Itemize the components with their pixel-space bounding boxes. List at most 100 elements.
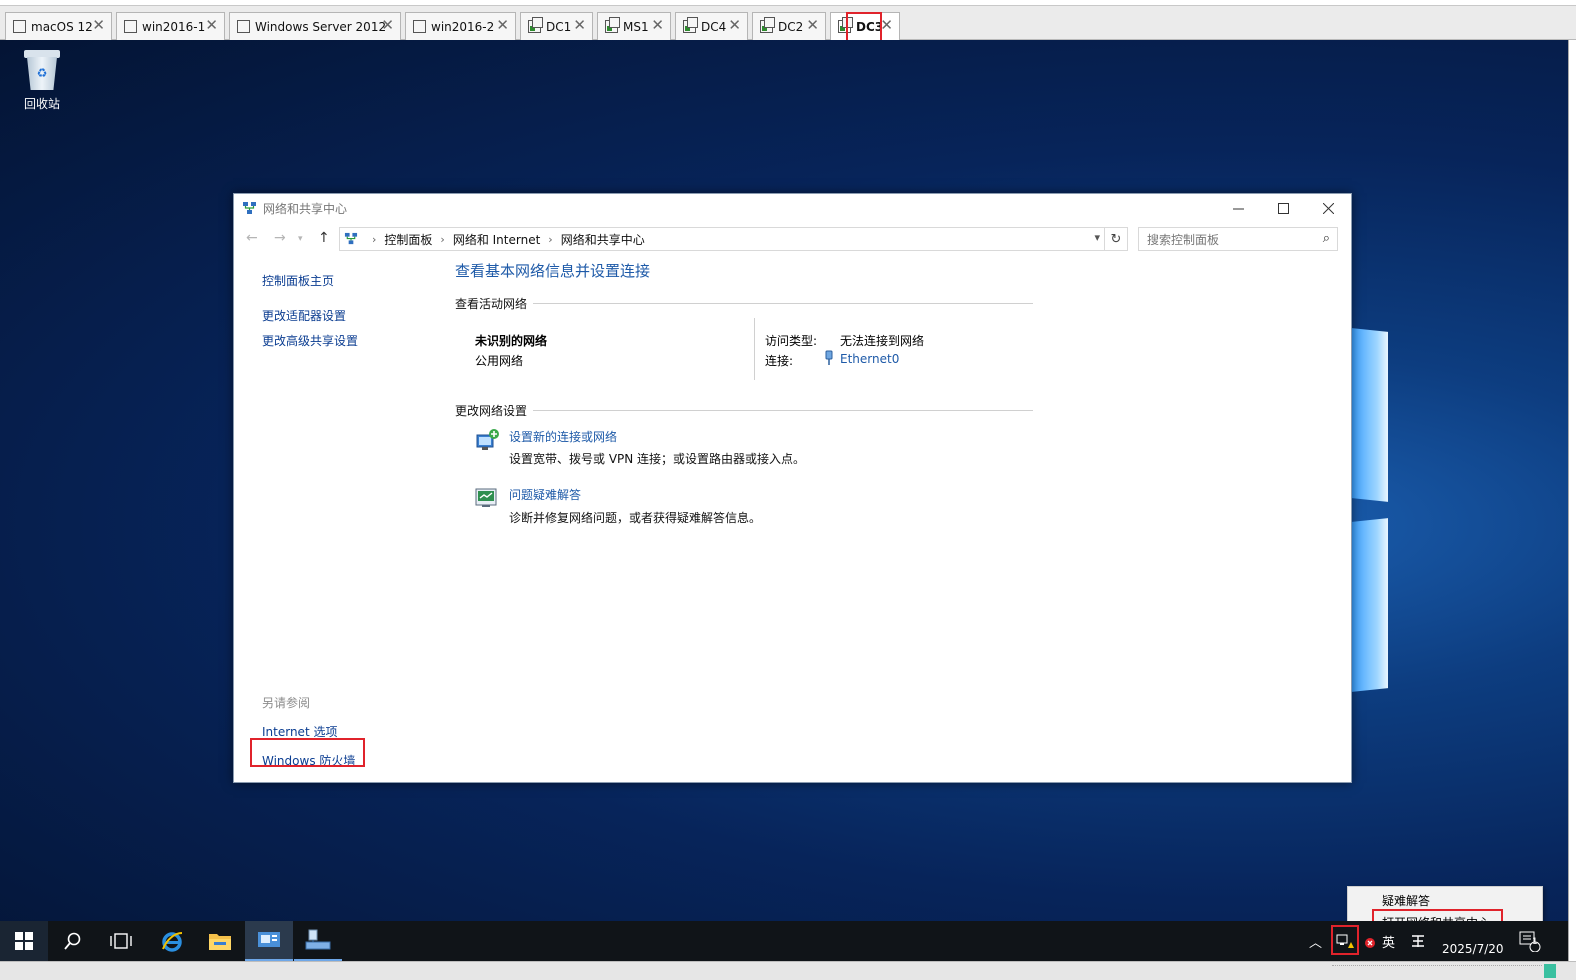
network-center-taskbar-button[interactable] bbox=[294, 921, 342, 961]
up-arrow-icon[interactable]: ↑ bbox=[318, 230, 330, 246]
window-edge bbox=[1568, 40, 1576, 961]
tab-label: win2016-1 bbox=[142, 19, 206, 34]
network-type[interactable]: 公用网络 bbox=[475, 352, 523, 369]
see-also-section: 另请参阅 Internet 选项 Windows 防火墙 bbox=[262, 694, 355, 769]
tab-close-icon[interactable]: ✕ bbox=[728, 18, 741, 33]
windows-start-icon bbox=[15, 932, 33, 950]
tab-close-icon[interactable]: ✕ bbox=[573, 18, 586, 33]
tab-label: DC1 bbox=[546, 19, 572, 34]
active-networks-header: 查看活动网络 bbox=[455, 295, 1033, 312]
control-panel-icon bbox=[344, 232, 358, 246]
breadcrumb-separator-icon[interactable]: › bbox=[548, 233, 552, 246]
volume-muted-icon[interactable] bbox=[1360, 921, 1376, 961]
window-title: 网络和共享中心 bbox=[263, 201, 348, 216]
refresh-icon: ↻ bbox=[1110, 231, 1122, 247]
vm-running-icon bbox=[528, 17, 543, 33]
search-icon bbox=[64, 932, 81, 950]
tab-label: MS1 bbox=[623, 19, 649, 34]
section-title: 查看活动网络 bbox=[455, 297, 528, 311]
taskbar: ︿ 英 2025/7/20 1 bbox=[0, 921, 1568, 961]
ime-indicator[interactable]: 英 bbox=[1382, 921, 1395, 961]
change-settings-header: 更改网络设置 bbox=[455, 402, 1033, 419]
access-type-label: 访问类型: bbox=[765, 334, 818, 348]
windows-firewall-link[interactable]: Windows 防火墙 bbox=[262, 752, 355, 769]
server-manager-button[interactable] bbox=[245, 921, 293, 961]
network-center-icon bbox=[305, 929, 331, 950]
divider bbox=[533, 410, 1033, 411]
access-type-value: 无法连接到网络 bbox=[840, 334, 925, 348]
internet-explorer-button[interactable] bbox=[148, 921, 196, 961]
network-warning-icon bbox=[1336, 934, 1354, 948]
tab-dc2[interactable]: DC2 ✕ bbox=[752, 12, 826, 40]
search-icon[interactable]: ⌕ bbox=[1323, 231, 1330, 246]
tab-label: DC4 bbox=[701, 19, 727, 34]
keyboard-layout-icon[interactable] bbox=[1410, 921, 1426, 961]
troubleshoot-link[interactable]: 问题疑难解答 bbox=[509, 486, 581, 503]
notification-count: 1 bbox=[1532, 937, 1538, 947]
recycle-bin[interactable]: ♻ 回收站 bbox=[16, 50, 68, 112]
internet-explorer-icon bbox=[162, 932, 183, 952]
vm-activity-icon bbox=[1544, 964, 1556, 978]
breadcrumb-network-internet[interactable]: 网络和 Internet bbox=[453, 231, 540, 248]
file-explorer-button[interactable] bbox=[196, 921, 244, 961]
chevron-down-icon[interactable]: ▾ bbox=[1094, 231, 1100, 244]
back-arrow-icon[interactable]: ← bbox=[246, 230, 258, 246]
tab-dc1[interactable]: DC1 ✕ bbox=[520, 12, 593, 40]
forward-arrow-icon[interactable]: → bbox=[274, 230, 286, 246]
tab-close-icon[interactable]: ✕ bbox=[651, 18, 664, 33]
menu-item-troubleshoot[interactable]: 疑难解答 bbox=[1382, 892, 1430, 909]
search-button[interactable] bbox=[49, 921, 97, 961]
vm-window-icon bbox=[13, 20, 26, 33]
tab-close-icon[interactable]: ✕ bbox=[806, 18, 819, 33]
address-bar[interactable]: › 控制面板 › 网络和 Internet › 网络和共享中心 ▾ bbox=[339, 227, 1105, 251]
search-input[interactable]: 搜索控制面板 ⌕ bbox=[1138, 227, 1338, 251]
vm-window-icon bbox=[237, 20, 250, 33]
device-status-icons bbox=[1332, 965, 1542, 977]
see-also-heading: 另请参阅 bbox=[262, 696, 311, 710]
change-advanced-sharing-link[interactable]: 更改高级共享设置 bbox=[262, 332, 402, 349]
tab-dc4[interactable]: DC4 ✕ bbox=[675, 12, 748, 40]
change-adapter-settings-link[interactable]: 更改适配器设置 bbox=[262, 307, 382, 324]
tab-windows-server-2012[interactable]: Windows Server 2012 ✕ bbox=[229, 12, 401, 40]
action-center-icon[interactable]: 1 bbox=[1518, 921, 1542, 961]
task-view-button[interactable] bbox=[97, 921, 145, 961]
show-hidden-icons[interactable]: ︿ bbox=[1309, 921, 1322, 961]
tab-ms1[interactable]: MS1 ✕ bbox=[597, 12, 671, 40]
chevron-up-icon: ︿ bbox=[1309, 935, 1323, 951]
ethernet-adapter-icon bbox=[824, 350, 834, 369]
tab-dc3[interactable]: DC3 ✕ bbox=[830, 12, 900, 40]
tab-close-icon[interactable]: ✕ bbox=[496, 18, 509, 33]
network-tray-icon[interactable] bbox=[1332, 921, 1358, 961]
breadcrumb-separator-icon: › bbox=[372, 232, 377, 246]
control-panel-home-link[interactable]: 控制面板主页 bbox=[262, 272, 382, 289]
tab-win2016-1[interactable]: win2016-1 ✕ bbox=[116, 12, 225, 40]
refresh-button[interactable]: ↻ bbox=[1104, 227, 1128, 251]
recent-chevron-icon[interactable]: ▾ bbox=[298, 234, 303, 244]
breadcrumb-network-sharing-center[interactable]: 网络和共享中心 bbox=[561, 231, 645, 248]
clock-date[interactable]: 2025/7/20 bbox=[1442, 921, 1504, 961]
tab-close-icon[interactable]: ✕ bbox=[205, 18, 218, 33]
title-bar[interactable]: 网络和共享中心 bbox=[234, 194, 1351, 222]
setup-new-connection-link[interactable]: 设置新的连接或网络 bbox=[509, 428, 617, 445]
tab-close-icon[interactable]: ✕ bbox=[880, 18, 893, 33]
ethernet-connection-link[interactable]: Ethernet0 bbox=[840, 352, 899, 366]
tab-win2016-2[interactable]: win2016-2 ✕ bbox=[405, 12, 516, 40]
vm-running-icon bbox=[838, 17, 853, 33]
tab-label: DC3 bbox=[856, 19, 884, 34]
tab-macos-12[interactable]: macOS 12 ✕ bbox=[5, 12, 112, 40]
close-button[interactable] bbox=[1306, 194, 1351, 222]
minimize-button[interactable] bbox=[1216, 194, 1261, 222]
tab-close-icon[interactable]: ✕ bbox=[92, 18, 105, 33]
server-manager-icon bbox=[258, 932, 280, 947]
task-view-icon bbox=[110, 933, 132, 949]
start-button[interactable] bbox=[0, 921, 48, 961]
tab-label: macOS 12 bbox=[31, 19, 93, 34]
divider bbox=[754, 318, 755, 380]
internet-options-link[interactable]: Internet 选项 bbox=[262, 723, 355, 740]
breadcrumb-control-panel[interactable]: 控制面板 bbox=[384, 231, 432, 248]
divider bbox=[533, 303, 1033, 304]
maximize-button[interactable] bbox=[1261, 194, 1306, 222]
tab-label: Windows Server 2012 bbox=[255, 19, 387, 34]
breadcrumb-separator-icon[interactable]: › bbox=[440, 233, 444, 246]
tab-close-icon[interactable]: ✕ bbox=[381, 18, 394, 33]
